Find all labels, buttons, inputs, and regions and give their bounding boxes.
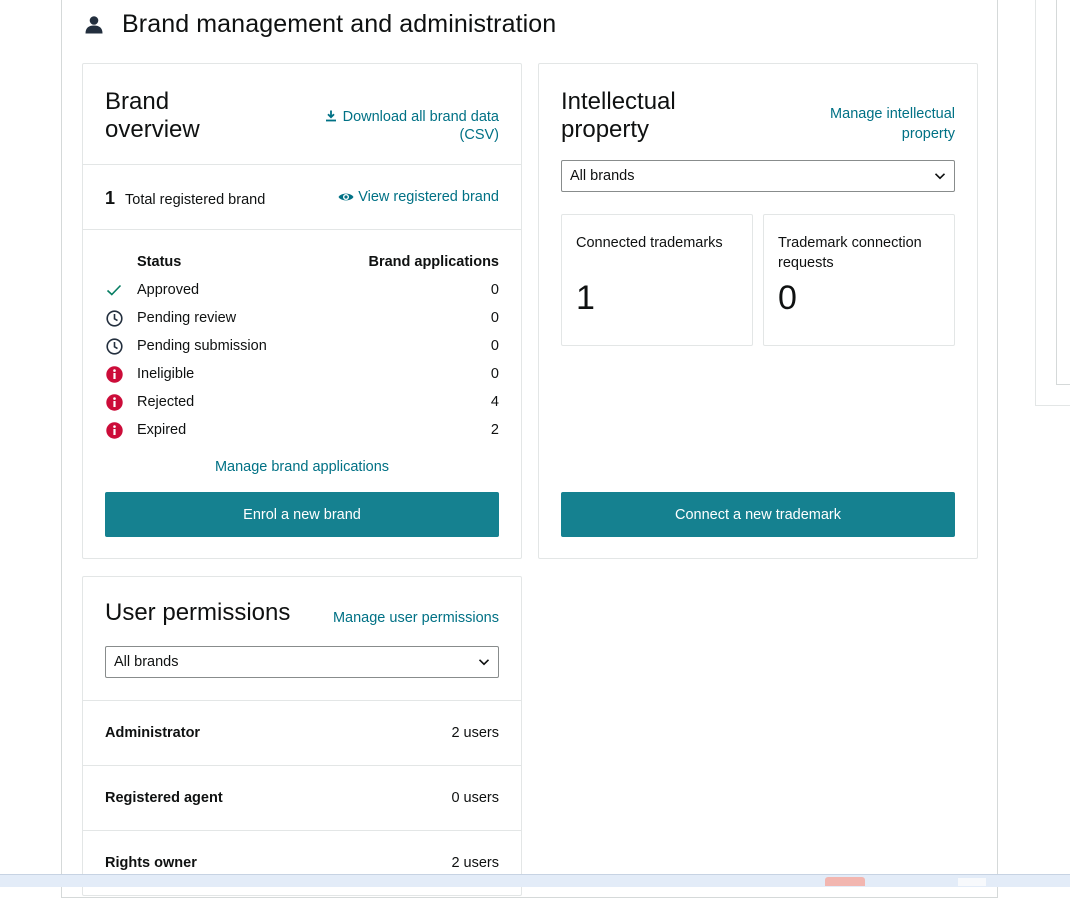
download-icon: [325, 110, 336, 122]
info-alert-icon: [105, 421, 123, 439]
person-icon: [85, 15, 103, 33]
brand-overview-card: Brand overview Download all brand data (…: [82, 63, 522, 559]
status-value: 0: [490, 310, 499, 326]
chevron-down-icon: [934, 173, 946, 180]
section-title: Brand management and administration: [122, 10, 557, 38]
divider: [83, 765, 521, 766]
total-label: Total registered brand: [125, 192, 266, 208]
manage-user-permissions-link[interactable]: Manage user permissions: [333, 610, 499, 626]
status-label: Ineligible: [137, 366, 195, 382]
total-count: 1: [105, 188, 116, 208]
trademark-requests-tile: Trademark connection requests 0: [763, 214, 955, 346]
divider: [83, 830, 521, 831]
user-count: 2 users: [451, 855, 499, 871]
status-value: 4: [490, 394, 499, 410]
status-value: 0: [490, 366, 499, 382]
manage-brand-applications-link[interactable]: Manage brand applications: [215, 459, 389, 475]
connected-trademarks-count: 1: [576, 279, 595, 317]
os-taskbar: [0, 874, 1070, 887]
status-label: Pending review: [137, 310, 237, 326]
ip-title: Intellectual property: [561, 88, 676, 143]
status-value: 0: [490, 338, 499, 354]
taskbar-item[interactable]: [825, 877, 865, 886]
user-count: 2 users: [451, 725, 499, 741]
download-link-label: Download all brand data (CSV): [342, 109, 499, 143]
user-permissions-title: User permissions: [105, 599, 291, 626]
manage-ip-link[interactable]: Manage intellectual property: [830, 106, 955, 142]
ip-select-value: All brands: [570, 168, 635, 184]
view-registered-brand-link[interactable]: View registered brand: [338, 189, 499, 205]
brand-overview-title: Brand overview: [105, 88, 200, 143]
ip-brand-select[interactable]: All brands: [561, 160, 955, 192]
check-icon: [105, 281, 123, 299]
section-header: Brand management and administration: [84, 10, 556, 39]
chevron-down-icon: [478, 659, 490, 666]
status-column-header: Status: [137, 254, 182, 270]
status-label: Pending submission: [137, 338, 267, 354]
taskbar-item[interactable]: [958, 878, 986, 886]
permission-row-administrator: Administrator 2 users: [105, 725, 499, 741]
divider: [83, 229, 521, 230]
role-label: Rights owner: [105, 855, 197, 871]
permissions-brand-select[interactable]: All brands: [105, 646, 499, 678]
eye-icon: [338, 193, 354, 201]
manage-brand-applications-link-wrap: Manage brand applications: [83, 458, 521, 476]
intellectual-property-card: Intellectual property Manage intellectua…: [538, 63, 978, 559]
role-label: Registered agent: [105, 790, 223, 806]
info-alert-icon: [105, 393, 123, 411]
manage-ip-link-wrap: Manage intellectual property: [795, 104, 955, 144]
role-label: Administrator: [105, 725, 201, 741]
permission-row-registered-agent: Registered agent 0 users: [105, 790, 499, 806]
status-value: 0: [490, 282, 499, 298]
user-count: 0 users: [451, 790, 499, 806]
permissions-select-value: All brands: [114, 654, 179, 670]
manage-user-permissions-link-wrap: Manage user permissions: [333, 609, 499, 627]
clock-icon: [105, 309, 123, 327]
status-label: Approved: [137, 282, 200, 298]
divider: [83, 700, 521, 701]
status-row-ineligible: Ineligible 0: [105, 363, 499, 385]
status-row-rejected: Rejected 4: [105, 391, 499, 413]
info-alert-icon: [105, 365, 123, 383]
status-row-expired: Expired 2: [105, 419, 499, 441]
total-registered: 1 Total registered brand: [105, 188, 265, 209]
status-row-pending-submission: Pending submission 0: [105, 335, 499, 357]
trademark-requests-label: Trademark connection requests: [778, 235, 922, 271]
user-permissions-card: User permissions Manage user permissions…: [82, 576, 522, 896]
divider: [83, 164, 521, 165]
side-panel-inner: [1056, 0, 1070, 385]
connected-trademarks-tile: Connected trademarks 1: [561, 214, 753, 346]
enrol-brand-button[interactable]: Enrol a new brand: [105, 492, 499, 537]
status-label: Rejected: [137, 394, 195, 410]
connect-trademark-button[interactable]: Connect a new trademark: [561, 492, 955, 537]
download-brand-data-link[interactable]: Download all brand data (CSV): [309, 108, 499, 144]
status-row-approved: Approved 0: [105, 279, 499, 301]
status-value: 2: [490, 422, 499, 438]
status-label: Expired: [137, 422, 187, 438]
connected-trademarks-label: Connected trademarks: [576, 235, 723, 251]
clock-icon: [105, 337, 123, 355]
trademark-requests-count: 0: [778, 279, 797, 317]
applications-column-header: Brand applications: [368, 254, 499, 270]
view-link-label: View registered brand: [358, 189, 499, 205]
status-row-pending-review: Pending review 0: [105, 307, 499, 329]
permission-row-rights-owner: Rights owner 2 users: [105, 855, 499, 871]
